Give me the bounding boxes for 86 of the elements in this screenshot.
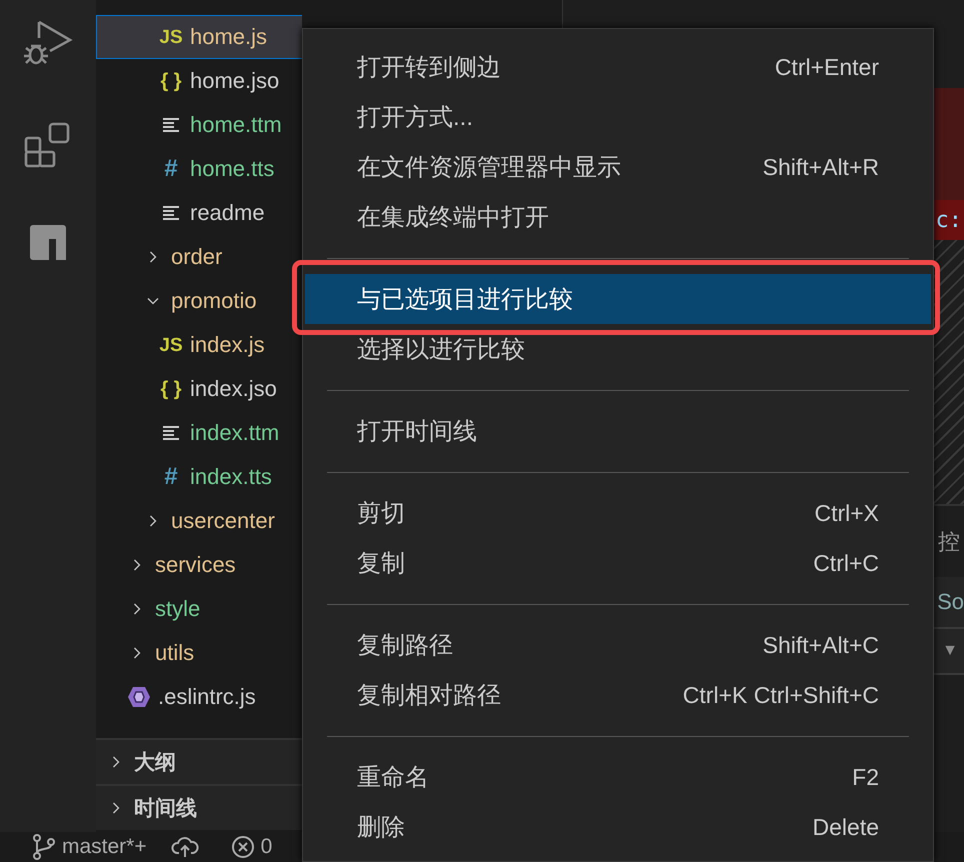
menu-item[interactable]: 复制 Ctrl+C	[305, 538, 931, 588]
file-name: index.ttm	[190, 420, 280, 446]
file-name: services	[155, 552, 236, 578]
git-branch-icon	[32, 834, 56, 860]
menu-item[interactable]: 复制路径 Shift+Alt+C	[305, 620, 931, 670]
shortcut-text: Ctrl+X	[814, 500, 879, 526]
code-text: c:	[936, 208, 962, 232]
file-name: home.ttm	[190, 112, 282, 138]
file-name: readme	[190, 200, 265, 226]
menu-item-label: 打开时间线	[357, 417, 477, 447]
shortcut-text: Ctrl+C	[813, 550, 879, 576]
json-file-icon: { }	[160, 379, 182, 399]
folder-item[interactable]: promotio	[96, 279, 302, 323]
json-file-icon: { }	[160, 71, 182, 91]
menu-item-label: 在文件资源管理器中显示	[357, 153, 621, 183]
file-name: style	[155, 596, 200, 622]
menu-item[interactable]: 与已选项目进行比较	[305, 274, 931, 324]
file-name: index.jso	[190, 376, 277, 402]
hash-file-icon: #	[164, 157, 178, 181]
shortcut-text: Shift+Alt+C	[762, 632, 879, 658]
menu-item[interactable]: 删除 Delete	[305, 802, 931, 852]
file-name: promotio	[171, 288, 257, 314]
shortcut-text: Ctrl+Enter	[774, 54, 879, 80]
hash-file-icon: #	[164, 465, 178, 489]
menu-item-label: 与已选项目进行比较	[357, 285, 573, 315]
file-item[interactable]: JS index.js	[96, 323, 302, 367]
folder-item[interactable]: order	[96, 235, 302, 279]
file-item[interactable]: readme	[96, 191, 302, 235]
file-item[interactable]: # index.tts	[96, 455, 302, 499]
menu-item-label: 选择以进行比较	[357, 335, 525, 365]
file-item[interactable]: home.ttm	[96, 103, 302, 147]
menu-item[interactable]: 剪切 Ctrl+X	[305, 488, 931, 538]
block-icon[interactable]	[28, 222, 68, 262]
folder-item[interactable]: utils	[96, 631, 302, 675]
file-item[interactable]: # home.tts	[96, 147, 302, 191]
menu-item-label: 复制路径	[357, 631, 453, 661]
menu-item[interactable]: 打开转到侧边 Ctrl+Enter	[305, 42, 931, 92]
branch-status[interactable]: master*+	[32, 834, 147, 860]
menu-item-label: 打开转到侧边	[357, 53, 501, 83]
lines-file-icon	[162, 117, 180, 133]
menu-item-label: 重命名	[357, 763, 429, 793]
file-name: .eslintrc.js	[158, 684, 256, 710]
errors-status[interactable]: 0	[230, 835, 272, 859]
dropdown-caret[interactable]: ▼	[942, 642, 958, 660]
file-item[interactable]: { } index.jso	[96, 367, 302, 411]
lines-file-icon	[162, 425, 180, 441]
cloud-upload-icon[interactable]	[170, 835, 199, 859]
js-file-icon: JS	[159, 336, 183, 354]
shortcut-text: Delete	[812, 814, 879, 840]
menu-item-label: 打开方式...	[357, 103, 474, 133]
shortcut-text: Ctrl+K Ctrl+Shift+C	[682, 682, 879, 708]
file-item[interactable]: JS home.js	[96, 15, 302, 59]
panel-tab[interactable]: 控	[938, 526, 960, 556]
menu-item[interactable]: 在集成终端中打开	[305, 192, 931, 242]
menu-item[interactable]: 重命名 F2	[305, 752, 931, 802]
menu-item[interactable]: 打开方式...	[305, 92, 931, 142]
shortcut-text: Shift+Alt+R	[762, 154, 879, 180]
file-name: usercenter	[171, 508, 275, 534]
file-name: index.tts	[190, 464, 272, 490]
file-name: utils	[155, 640, 194, 666]
file-name: home.jso	[190, 68, 280, 94]
menu-item-label: 在集成终端中打开	[357, 203, 549, 233]
file-name: home.js	[190, 24, 268, 50]
folder-item[interactable]: style	[96, 587, 302, 631]
js-file-icon: JS	[159, 28, 183, 46]
menu-item-label: 复制相对路径	[357, 681, 501, 711]
file-name: home.tts	[190, 156, 274, 182]
file-item[interactable]: { } home.jso	[96, 59, 302, 103]
file-item[interactable]: .eslintrc.js	[96, 675, 302, 719]
menu-item[interactable]: 复制相对路径 Ctrl+K Ctrl+Shift+C	[305, 670, 931, 720]
menu-item-label: 删除	[357, 813, 405, 843]
folder-item[interactable]: usercenter	[96, 499, 302, 543]
menu-item-label: 剪切	[357, 499, 405, 529]
filter-field[interactable]: So	[931, 589, 964, 615]
file-item[interactable]: index.ttm	[96, 411, 302, 455]
menu-item-label: 复制	[357, 549, 405, 579]
lines-file-icon	[162, 205, 180, 221]
menu-item[interactable]: 打开时间线	[305, 406, 931, 456]
error-icon	[230, 835, 255, 859]
file-name: index.js	[190, 332, 265, 358]
hexagon-file-icon	[127, 686, 151, 708]
file-name: order	[171, 244, 222, 270]
menu-item[interactable]: 选择以进行比较	[305, 324, 931, 374]
folder-item[interactable]: services	[96, 543, 302, 587]
menu-item[interactable]: 在文件资源管理器中显示 Shift+Alt+R	[305, 142, 931, 192]
shortcut-text: F2	[852, 764, 879, 790]
